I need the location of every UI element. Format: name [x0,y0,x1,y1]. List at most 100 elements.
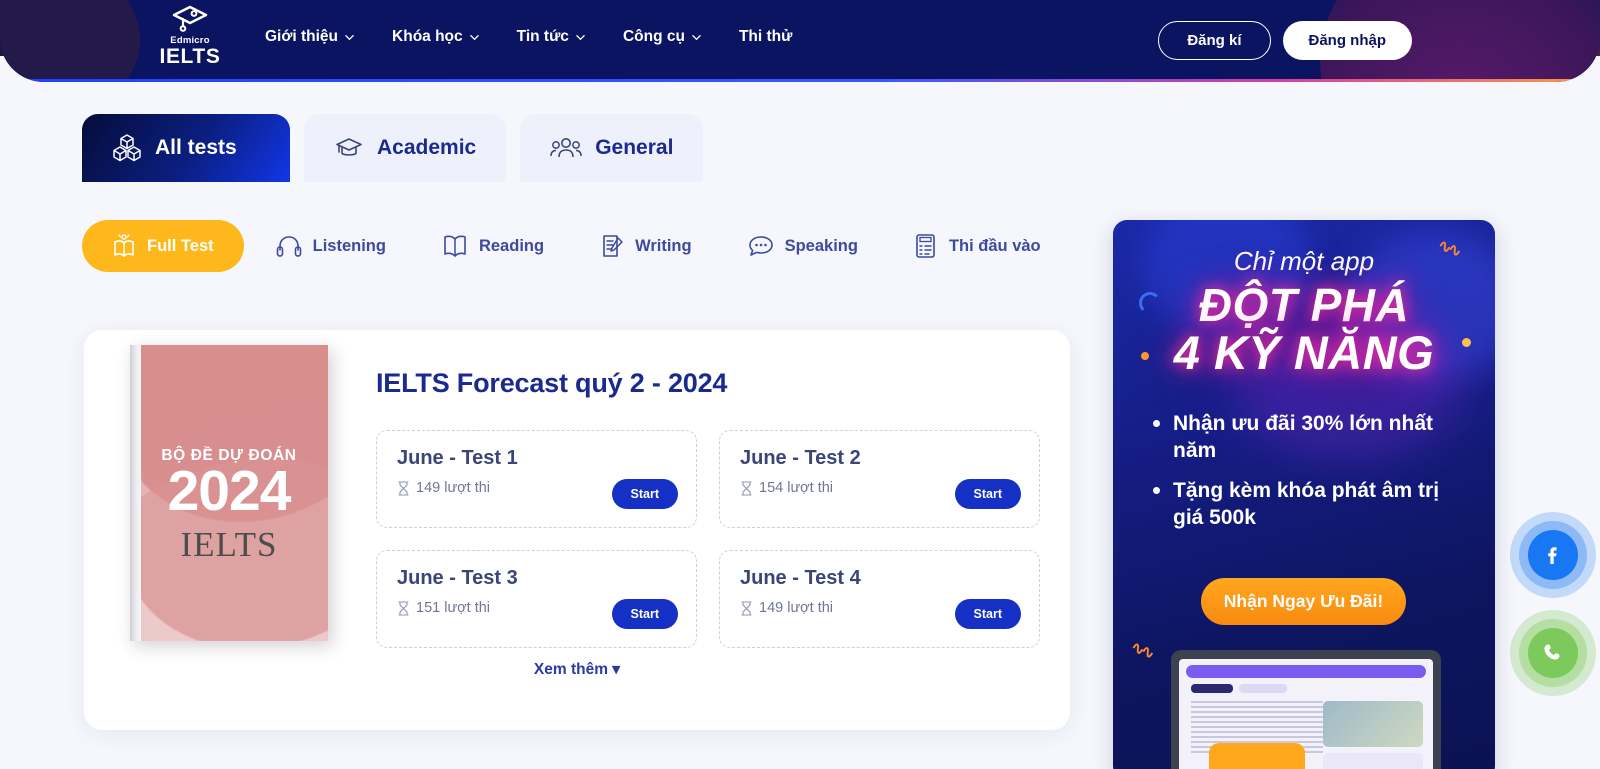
list-item: Tặng kèm khóa phát âm trị giá 500k [1151,477,1471,532]
start-button[interactable]: Start [954,599,1021,629]
attempts-label: 149 lượt thi [759,600,834,616]
hourglass-icon [398,480,409,496]
people-group-icon [550,138,582,158]
mockup-tab [1239,684,1287,693]
tab-all-tests[interactable]: All tests [82,114,290,182]
filter-thi-dau-vao[interactable]: Thi đầu vào [890,220,1065,272]
chevron-down-icon [345,34,354,40]
nav-item-cong-cu[interactable]: Công cụ [623,28,701,46]
book-title-line3: IELTS [180,525,278,564]
laptop-body [1171,650,1441,769]
test-name: June - Test 2 [740,447,861,469]
see-more-link[interactable]: Xem thêm ▾ [84,660,1070,679]
promo-banner[interactable]: ∿∿ ∿∿ Chỉ một app ĐỘT PHÁ 4 KỸ NĂNG Nhận… [1113,220,1495,769]
test-sheet-icon [916,234,935,258]
logo-product: IELTS [159,45,221,68]
login-button[interactable]: Đăng nhập [1282,21,1412,60]
mockup-topbar [1186,665,1426,678]
start-button[interactable]: Start [954,479,1021,509]
headphones-icon [276,236,301,257]
floating-facebook-button[interactable] [1510,512,1596,598]
chevron-down-icon [692,34,701,40]
mockup-video-thumb [1323,701,1423,747]
filter-writing[interactable]: Writing [576,220,716,272]
filter-label: Listening [312,236,386,255]
filter-full-test[interactable]: Full Test [82,220,244,272]
register-button[interactable]: Đăng kí [1158,21,1271,60]
attempts-label: 151 lượt thi [416,600,491,616]
banner-headline-2: 4 KỸ NĂNG [1173,326,1435,379]
test-name: June - Test 1 [397,447,518,469]
tab-label: Academic [377,136,477,159]
table-row[interactable]: June - Test 2 154 lượt thi Start [719,430,1040,528]
tab-label: General [595,136,674,159]
test-category-tabs: All tests Academic General [82,114,704,182]
banner-bullet-list: Nhận ưu đãi 30% lớn nhất năm Tặng kèm kh… [1151,410,1471,543]
filter-label: Thi đầu vào [948,236,1041,255]
facebook-button[interactable] [1528,530,1578,580]
banner-subtitle: Chỉ một app [1233,246,1375,276]
graduation-cap-icon [336,138,362,156]
nav-label: Thi thử [738,28,793,45]
nav-item-tin-tuc[interactable]: Tin tức [517,28,585,46]
cubes-icon [113,134,141,162]
filter-label: Speaking [784,236,858,255]
hourglass-icon [741,600,752,616]
test-grid: June - Test 1 149 lượt thi Start June - … [376,430,1040,648]
attempts-label: 149 lượt thi [416,480,491,496]
book-cover-image: BỘ ĐỀ DỰ ĐOÁN 2024 IELTS [130,345,328,641]
mockup-tab-active [1191,684,1233,693]
filter-label: Full Test [147,236,214,255]
call-button[interactable] [1528,628,1578,678]
filter-label: Writing [635,236,692,255]
filter-listening[interactable]: Listening [252,221,410,271]
nav-label: Khóa học [392,28,463,45]
chevron-down-icon [576,34,585,40]
mockup-card [1323,753,1423,769]
filter-speaking[interactable]: Speaking [724,221,882,271]
hourglass-icon [398,600,409,616]
banner-cta-button[interactable]: Nhận Ngay Ưu Đãi! [1201,578,1406,625]
pencil-paper-icon [603,235,623,257]
floating-call-button[interactable] [1510,610,1596,696]
table-row[interactable]: June - Test 4 149 lượt thi Start [719,550,1040,648]
banner-zigzag-decoration: ∿∿ [1128,638,1154,663]
book-title-line2: 2024 [167,459,292,523]
list-item: Nhận ưu đãi 30% lớn nhất năm [1151,410,1471,465]
auth-buttons: Đăng kí Đăng nhập [1158,21,1412,60]
table-row[interactable]: June - Test 1 149 lượt thi Start [376,430,697,528]
laptop-mockup-image [1171,650,1441,769]
mockup-phone [1209,743,1305,769]
nav-label: Giới thiệu [265,28,339,45]
filter-label: Reading [478,236,545,255]
page-root: Không Giới Hạn Edmicro IELTS Giới thiệu [0,0,1600,769]
nav-label: Tin tức [516,28,569,45]
table-row[interactable]: June - Test 3 151 lượt thi Start [376,550,697,648]
nav-item-gioi-thieu[interactable]: Giới thiệu [265,28,354,46]
banner-headline-1: ĐỘT PHÁ [1198,279,1410,331]
open-book-icon [444,235,466,257]
speech-bubble-icon [748,236,773,256]
nav-item-khoa-hoc[interactable]: Khóa học [392,28,479,46]
facebook-icon [1548,547,1557,564]
page-title: IELTS Forecast quý 2 - 2024 [376,368,728,398]
site-logo[interactable]: Edmicro IELTS [150,4,230,68]
chevron-down-icon [469,34,479,40]
graduation-cap-icon [172,5,208,32]
phone-icon [1544,644,1560,660]
tab-general[interactable]: General [520,114,704,182]
exam-icon [114,234,134,257]
start-button[interactable]: Start [611,599,678,629]
start-button[interactable]: Start [611,479,678,509]
test-list-card: BỘ ĐỀ DỰ ĐOÁN 2024 IELTS IELTS Forecast … [84,330,1070,730]
filter-reading[interactable]: Reading [418,220,568,272]
hourglass-icon [741,480,752,496]
main-navigation: Giới thiệu Khóa học Tin tức Công cụ Thi … [265,28,792,46]
tab-label: All tests [155,136,237,159]
test-name: June - Test 3 [397,567,518,589]
nav-item-thi-thu[interactable]: Thi thử [739,28,792,46]
laptop-screen [1179,659,1433,769]
tab-academic[interactable]: Academic [304,114,507,182]
site-header: Edmicro IELTS Giới thiệu Khóa học Tin tứ… [0,0,1600,82]
nav-label: Công cụ [622,28,685,45]
